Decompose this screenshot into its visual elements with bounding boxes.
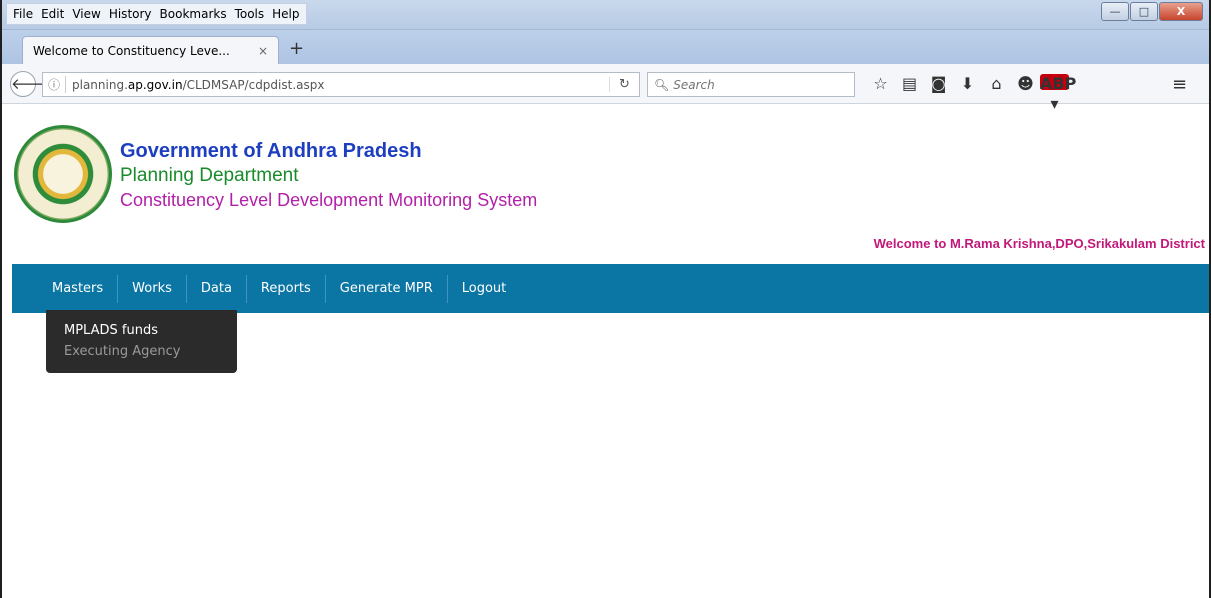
info-icon[interactable]: ⓘ bbox=[43, 76, 65, 93]
system-title: Constituency Level Development Monitorin… bbox=[120, 190, 538, 210]
url-text[interactable]: planning.ap.gov.in/CLDMSAP/cdpdist.aspx bbox=[72, 78, 609, 92]
home-icon[interactable]: ⌂ bbox=[982, 74, 1011, 114]
url-domain: ap.gov.in bbox=[127, 77, 183, 92]
star-icon[interactable]: ☆ bbox=[866, 74, 895, 114]
url-bar[interactable]: ⓘ planning.ap.gov.in/CLDMSAP/cdpdist.asp… bbox=[42, 72, 640, 97]
maximize-button[interactable]: □ bbox=[1130, 2, 1158, 21]
department-title: Planning Department bbox=[120, 165, 299, 186]
menu-tools[interactable]: Tools bbox=[231, 4, 269, 24]
nav-data[interactable]: Data bbox=[185, 274, 246, 303]
pocket-icon[interactable]: ◙ bbox=[924, 74, 953, 114]
masters-dropdown: MPLADS funds Executing Agency bbox=[46, 310, 237, 373]
nav-reports[interactable]: Reports bbox=[245, 274, 325, 303]
tab-title: Welcome to Constituency Leve... bbox=[33, 43, 230, 58]
download-icon[interactable]: ⬇ bbox=[953, 74, 982, 114]
title-bar: File Edit View History Bookmarks Tools H… bbox=[2, 0, 1209, 30]
nav-works[interactable]: Works bbox=[117, 274, 186, 303]
menu-edit[interactable]: Edit bbox=[37, 4, 68, 24]
government-title: Government of Andhra Pradesh bbox=[120, 140, 422, 162]
browser-window: File Edit View History Bookmarks Tools H… bbox=[0, 0, 1211, 598]
site-navigation: Masters Works Data Reports Generate MPR … bbox=[12, 264, 1209, 313]
nav-logout[interactable]: Logout bbox=[446, 274, 521, 303]
abp-badge: ABP bbox=[1040, 74, 1077, 93]
reading-list-icon[interactable]: ▤ bbox=[895, 74, 924, 114]
menu-bookmarks[interactable]: Bookmarks bbox=[156, 4, 231, 24]
window-controls: — □ X bbox=[1101, 2, 1203, 21]
search-bar[interactable]: 🔍︎ bbox=[647, 72, 855, 97]
emoji-icon[interactable]: ☻ bbox=[1011, 74, 1040, 114]
navigation-toolbar: 🡐 ⓘ planning.ap.gov.in/CLDMSAP/cdpdist.a… bbox=[2, 64, 1209, 113]
back-button[interactable]: 🡐 bbox=[10, 71, 51, 97]
toolbar-icons: ☆ ▤ ◙ ⬇ ⌂ ☻ ABP▾ bbox=[866, 74, 1077, 114]
ap-emblem-logo bbox=[14, 125, 112, 223]
tab-close-icon[interactable]: × bbox=[258, 44, 268, 58]
adblock-icon[interactable]: ABP▾ bbox=[1040, 74, 1077, 114]
url-path: /CLDMSAP/cdpdist.aspx bbox=[182, 77, 325, 92]
menu-history[interactable]: History bbox=[105, 4, 156, 24]
new-tab-button[interactable]: + bbox=[289, 38, 304, 59]
menu-file[interactable]: File bbox=[9, 4, 37, 24]
search-icon: 🔍︎ bbox=[654, 77, 670, 92]
dropdown-item-executing-agency[interactable]: Executing Agency bbox=[46, 341, 237, 362]
dropdown-item-mplads-funds[interactable]: MPLADS funds bbox=[46, 320, 237, 341]
minimize-button[interactable]: — bbox=[1101, 2, 1129, 21]
menu-view[interactable]: View bbox=[68, 4, 104, 24]
menu-help[interactable]: Help bbox=[268, 4, 303, 24]
url-separator bbox=[65, 76, 66, 93]
menu-bar: File Edit View History Bookmarks Tools H… bbox=[6, 3, 307, 25]
search-input[interactable] bbox=[673, 77, 844, 92]
url-prefix: planning. bbox=[72, 77, 128, 92]
menu-icon[interactable]: ≡ bbox=[1172, 74, 1187, 95]
welcome-message: Welcome to M.Rama Krishna,DPO,Srikakulam… bbox=[873, 236, 1205, 251]
nav-masters[interactable]: Masters bbox=[48, 275, 117, 303]
close-button[interactable]: X bbox=[1159, 2, 1203, 21]
reload-icon[interactable]: ↻ bbox=[609, 77, 639, 92]
nav-generate-mpr[interactable]: Generate MPR bbox=[324, 274, 447, 303]
tab-strip: Welcome to Constituency Leve... × + bbox=[2, 30, 1209, 64]
tab-welcome[interactable]: Welcome to Constituency Leve... × bbox=[22, 36, 279, 64]
